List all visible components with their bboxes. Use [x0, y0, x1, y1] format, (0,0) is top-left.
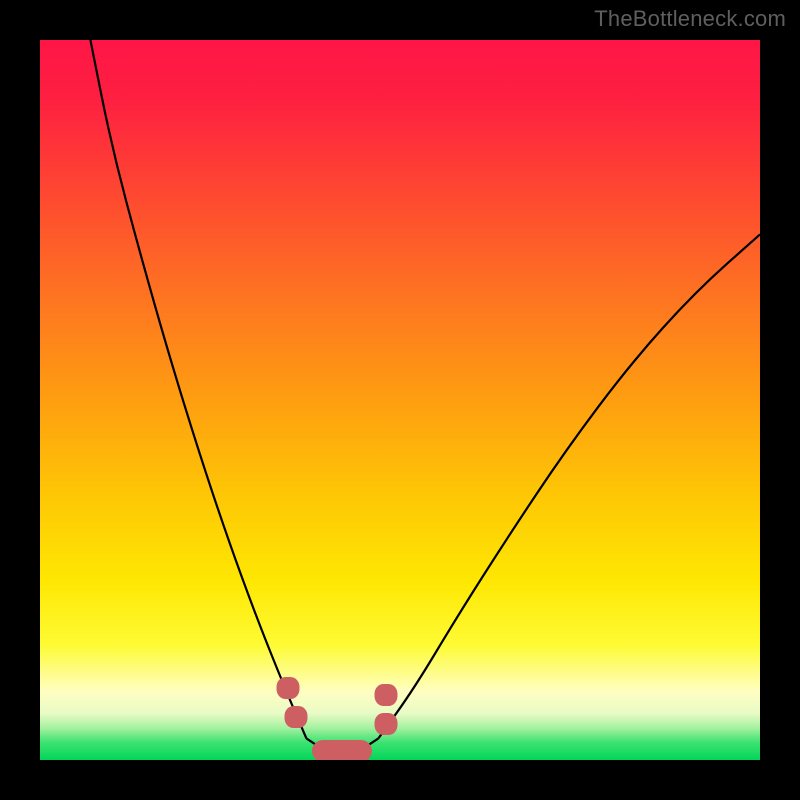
data-marker [312, 740, 372, 760]
marker-layer [40, 40, 760, 760]
chart-frame: TheBottleneck.com [0, 0, 800, 800]
data-marker [284, 706, 307, 728]
plot-area [40, 40, 760, 760]
data-marker [277, 677, 300, 699]
watermark-text: TheBottleneck.com [594, 6, 786, 32]
data-marker [374, 713, 397, 735]
data-marker [374, 684, 397, 706]
